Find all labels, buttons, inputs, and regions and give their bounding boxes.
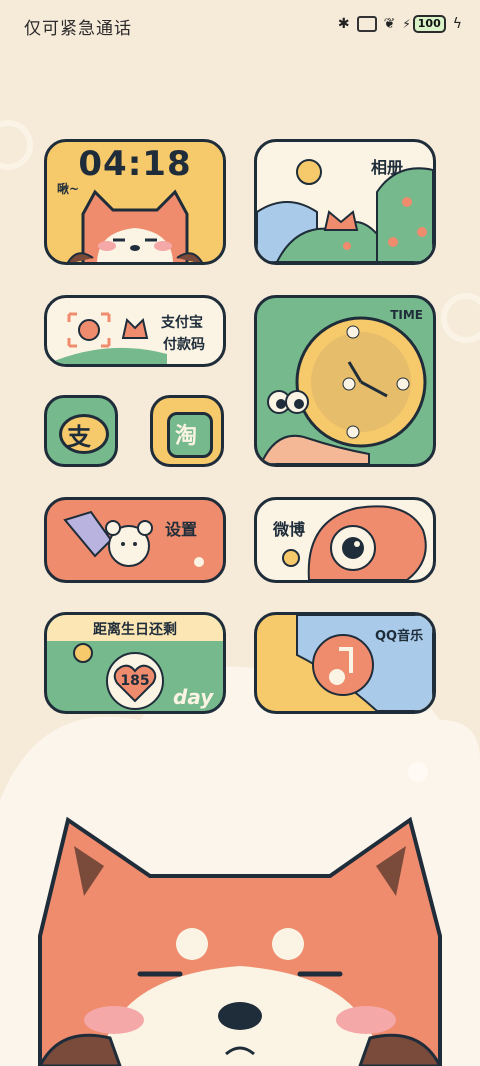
alipay-paycode-widget[interactable]: 支付宝 付款码 [44, 295, 226, 367]
alipay-app-icon[interactable]: 支 [44, 395, 118, 467]
birthday-countdown-widget[interactable]: 距离生日还剩 185 day [44, 612, 226, 714]
weibo-illustration [282, 505, 427, 580]
time-clock-widget[interactable]: TIME [254, 295, 436, 467]
qqmusic-label: QQ音乐 [375, 629, 424, 644]
countdown-unit: day [173, 685, 214, 709]
alipay-paycode-label-2: 付款码 [163, 337, 205, 353]
leaf-icon: ❦ [383, 16, 396, 32]
settings-widget[interactable]: 设置 [44, 497, 226, 583]
settings-illustration [63, 510, 204, 567]
snail-clock-illustration [259, 316, 427, 464]
battery-level: 100 [412, 15, 446, 33]
battery-indicator: ⚡ 100 [402, 15, 446, 33]
card-icon [356, 16, 377, 32]
album-illustration [257, 159, 433, 262]
bluetooth-icon: ✱ [337, 16, 350, 32]
qqmusic-widget[interactable]: QQ音乐 [254, 612, 436, 714]
charging-bolt-icon: ⚡ [402, 17, 411, 31]
clock-widget[interactable]: 04:18 啾~ [44, 139, 226, 265]
settings-label: 设置 [165, 520, 198, 539]
clock-time: 04:18 [78, 144, 192, 184]
album-widget[interactable]: 相册 [254, 139, 436, 265]
status-bar: 仅可紧急通话 ✱ ❦ ⚡ 100 ϟ [0, 0, 480, 50]
charging-icon: ϟ [452, 16, 462, 32]
alipay-paycode-label-1: 支付宝 [161, 315, 203, 331]
taobao-glyph: 淘 [175, 424, 198, 449]
weibo-widget[interactable]: 微博 [254, 497, 436, 583]
red-panda-wallpaper-illustration [38, 816, 442, 1066]
red-panda-illustration [67, 189, 203, 262]
alipay-glyph: 支 [67, 423, 91, 451]
status-icons: ✱ ❦ ⚡ 100 ϟ [338, 15, 462, 33]
carrier-status-text: 仅可紧急通话 [24, 19, 132, 39]
taobao-app-icon[interactable]: 淘 [150, 395, 224, 467]
